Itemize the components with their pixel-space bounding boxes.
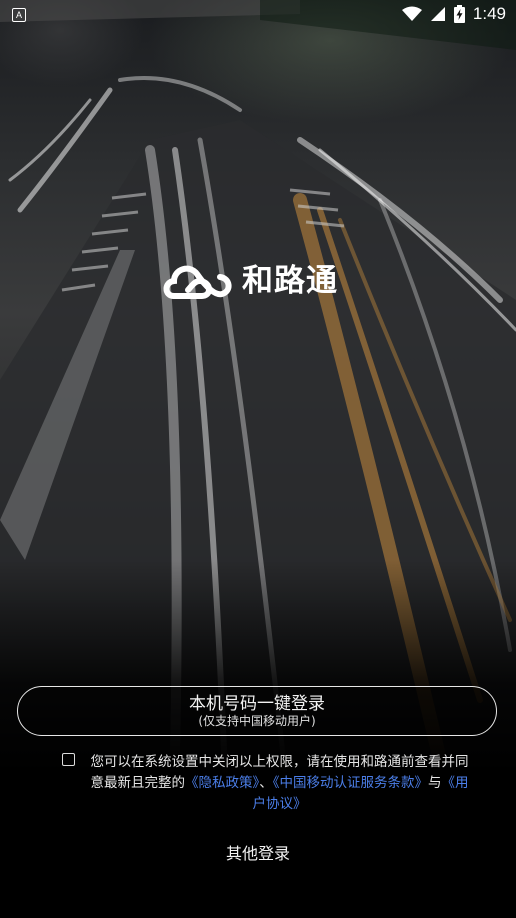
other-login-button[interactable]: 其他登录	[0, 842, 516, 866]
cloud-loop-logo-icon	[163, 265, 232, 299]
app-logo: 和路通	[162, 255, 338, 300]
notification-icon: A	[12, 8, 26, 22]
one-click-login-button[interactable]: 本机号码一键登录 (仅支持中国移动用户)	[17, 686, 497, 736]
agreement-text: 您可以在系统设置中关闭以上权限，请在使用和路通前查看并同意最新且完整的《隐私政策…	[87, 752, 472, 815]
agreement-section: 您可以在系统设置中关闭以上权限，请在使用和路通前查看并同意最新且完整的《隐私政策…	[62, 752, 472, 815]
one-click-login-note: (仅支持中国移动用户)	[198, 714, 316, 728]
battery-charging-icon	[453, 5, 465, 23]
agreement-separator: 、	[259, 775, 273, 791]
agreement-conjunction: 与	[428, 775, 442, 791]
status-icons: 1:49	[401, 4, 506, 24]
login-screen: A 1:49 和路通 本机号码一键登录 (仅支持中国移动用户) 您可以在系统设置…	[0, 0, 516, 918]
agreement-checkbox[interactable]	[62, 753, 75, 766]
one-click-login-label: 本机号码一键登录	[189, 694, 325, 714]
cell-signal-icon	[430, 7, 445, 21]
status-bar: A 1:49	[0, 0, 516, 30]
status-time: 1:49	[472, 4, 506, 23]
app-name: 和路通	[242, 263, 338, 299]
cmcc-terms-link[interactable]: 《中国移动认证服务条款》	[273, 775, 428, 791]
wifi-icon	[401, 6, 422, 21]
privacy-policy-link[interactable]: 《隐私政策》	[185, 775, 259, 791]
